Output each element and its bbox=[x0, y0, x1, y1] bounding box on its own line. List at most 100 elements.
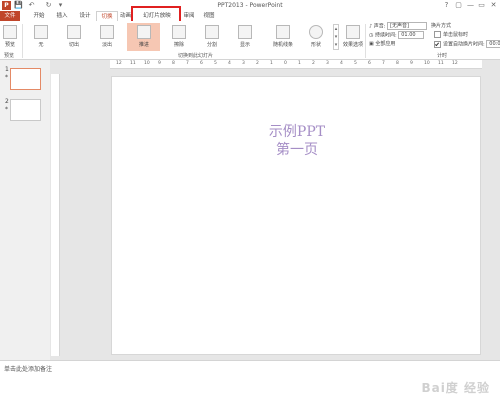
tab-review[interactable]: 审阅 bbox=[182, 11, 196, 21]
apply-all-button[interactable]: ▣ 全部应用 bbox=[369, 40, 395, 48]
transition-cut-label: 切出 bbox=[68, 42, 79, 48]
close-icon[interactable]: ✕ bbox=[488, 0, 499, 11]
ruler-tick: 9 bbox=[158, 61, 161, 66]
sound-icon: ♪ bbox=[369, 23, 373, 30]
slide-thumbnail-2[interactable] bbox=[10, 99, 41, 121]
restore-icon[interactable]: ▭ bbox=[476, 0, 487, 11]
tab-transitions[interactable]: 切换 bbox=[96, 11, 118, 21]
duration-label: 持续时间: bbox=[374, 32, 397, 39]
transition-wipe-icon bbox=[172, 25, 186, 39]
on-click-checkbox[interactable]: 单击鼠标时 bbox=[434, 31, 468, 39]
transition-random-bars-icon bbox=[276, 25, 290, 39]
horizontal-ruler: 12 11 10 9 8 7 6 5 4 3 2 1 0 1 2 3 4 5 6… bbox=[110, 60, 482, 69]
slide-title-line-2: 第一页 bbox=[276, 142, 318, 158]
after-checkbox[interactable]: 设置自动换片时间: 00:0 bbox=[434, 40, 500, 49]
transition-split-label: 分割 bbox=[206, 42, 217, 48]
transition-push-label: 推进 bbox=[138, 42, 149, 48]
ruler-tick: 7 bbox=[382, 61, 385, 66]
advance-slide-label: 换片方式 bbox=[431, 23, 452, 29]
transition-fade[interactable]: 淡出 bbox=[94, 23, 120, 51]
transition-reveal-icon bbox=[238, 25, 252, 39]
transition-fade-label: 淡出 bbox=[101, 42, 112, 48]
slide-thumbnail-pane: 1 * 2 * bbox=[0, 60, 50, 360]
ruler-tick: 4 bbox=[228, 61, 231, 66]
divider bbox=[365, 24, 366, 58]
sound-row: ♪ 声音: [无声音] bbox=[369, 22, 428, 31]
ruler-tick: 11 bbox=[130, 61, 136, 66]
ruler-tick: 8 bbox=[172, 61, 175, 66]
ribbon: 预览 预览 无 切出 淡出 推进 擦除 分割 显示 随机线条 形状 ▴ ▾ ▾ 效 bbox=[0, 21, 500, 60]
ribbon-tabs: 文件 开始 插入 设计 切换 动画 幻灯片放映 审阅 视图 bbox=[0, 11, 500, 21]
minimize-icon[interactable]: — bbox=[465, 0, 476, 11]
transition-random-bars[interactable]: 随机线条 bbox=[270, 23, 296, 51]
vertical-ruler bbox=[51, 74, 60, 356]
ruler-tick: 12 bbox=[452, 61, 458, 66]
slide-thumbnail-1[interactable] bbox=[10, 68, 41, 90]
tab-view[interactable]: 视图 bbox=[200, 11, 218, 21]
clock-icon: ◷ bbox=[369, 32, 374, 39]
transition-none-label: 无 bbox=[38, 42, 44, 48]
duration-row: ◷ 持续时间: 01.00 bbox=[369, 31, 425, 40]
window-title: PPT2013 - PowerPoint bbox=[217, 2, 283, 9]
ruler-tick: 4 bbox=[340, 61, 343, 66]
preview-button[interactable]: 预览 bbox=[0, 23, 20, 51]
duration-input[interactable]: 01.00 bbox=[398, 31, 425, 39]
transition-cut-icon bbox=[67, 25, 81, 39]
sound-label: 声音: bbox=[373, 23, 386, 30]
transition-shape-label: 形状 bbox=[310, 42, 321, 48]
effect-options-icon bbox=[346, 25, 360, 39]
ruler-tick: 2 bbox=[312, 61, 315, 66]
preview-icon bbox=[3, 25, 17, 39]
ruler-tick: 6 bbox=[368, 61, 371, 66]
after-time-input[interactable]: 00:0 bbox=[486, 40, 500, 48]
after-label: 设置自动换片时间: bbox=[443, 41, 485, 48]
slide-star: * bbox=[5, 106, 8, 113]
transition-split-icon bbox=[205, 25, 219, 39]
sound-select[interactable]: [无声音] bbox=[387, 22, 428, 30]
slide-number: 1 bbox=[5, 66, 9, 73]
slide-star: * bbox=[5, 74, 8, 81]
group-label-preview: 预览 bbox=[4, 53, 15, 59]
slide-number: 2 bbox=[5, 98, 9, 105]
slide-title-line-1: 示例PPT bbox=[268, 124, 326, 140]
ruler-tick: 3 bbox=[242, 61, 245, 66]
group-label-transitions: 切换到此幻灯片 bbox=[178, 53, 214, 59]
transition-none[interactable]: 无 bbox=[28, 23, 54, 51]
transition-wipe[interactable]: 擦除 bbox=[166, 23, 192, 51]
slide-canvas[interactable]: 示例PPT 第一页 bbox=[111, 76, 481, 355]
divider bbox=[22, 24, 23, 58]
transition-reveal[interactable]: 显示 bbox=[232, 23, 258, 51]
ribbon-display-icon[interactable]: ▢ bbox=[453, 0, 464, 11]
transition-push-icon bbox=[137, 25, 151, 39]
on-click-check[interactable] bbox=[434, 31, 441, 38]
status-bar: Bai度 经验 bbox=[0, 375, 500, 403]
transition-shape-icon bbox=[309, 25, 323, 39]
ruler-tick: 10 bbox=[144, 61, 150, 66]
transition-push[interactable]: 推进 bbox=[127, 23, 160, 51]
ruler-tick: 8 bbox=[396, 61, 399, 66]
transition-shape[interactable]: 形状 bbox=[303, 23, 329, 51]
ruler-tick: 9 bbox=[410, 61, 413, 66]
slide-title-box[interactable]: 示例PPT 第一页 bbox=[112, 123, 482, 159]
ruler-tick: 11 bbox=[438, 61, 444, 66]
tab-design[interactable]: 设计 bbox=[74, 11, 96, 21]
effect-options-button[interactable]: 效果选项 bbox=[341, 23, 365, 51]
after-check[interactable] bbox=[434, 40, 441, 48]
ruler-tick: 5 bbox=[354, 61, 357, 66]
effect-options-label: 效果选项 bbox=[342, 42, 363, 48]
help-icon[interactable]: ? bbox=[441, 0, 452, 11]
transition-split[interactable]: 分割 bbox=[199, 23, 225, 51]
on-click-label: 单击鼠标时 bbox=[443, 32, 469, 38]
transition-cut[interactable]: 切出 bbox=[61, 23, 87, 51]
ruler-tick: 6 bbox=[200, 61, 203, 66]
ruler-tick: 10 bbox=[424, 61, 430, 66]
tab-insert[interactable]: 插入 bbox=[51, 11, 73, 21]
transition-none-icon bbox=[34, 25, 48, 39]
tab-home[interactable]: 开始 bbox=[28, 11, 50, 21]
watermark: Bai度 经验 bbox=[421, 381, 490, 395]
ruler-tick: 1 bbox=[298, 61, 301, 66]
notes-pane[interactable]: 单击此处添加备注 bbox=[0, 360, 500, 375]
ruler-tick: 1 bbox=[270, 61, 273, 66]
tab-file[interactable]: 文件 bbox=[0, 11, 20, 21]
transition-fade-icon bbox=[100, 25, 114, 39]
